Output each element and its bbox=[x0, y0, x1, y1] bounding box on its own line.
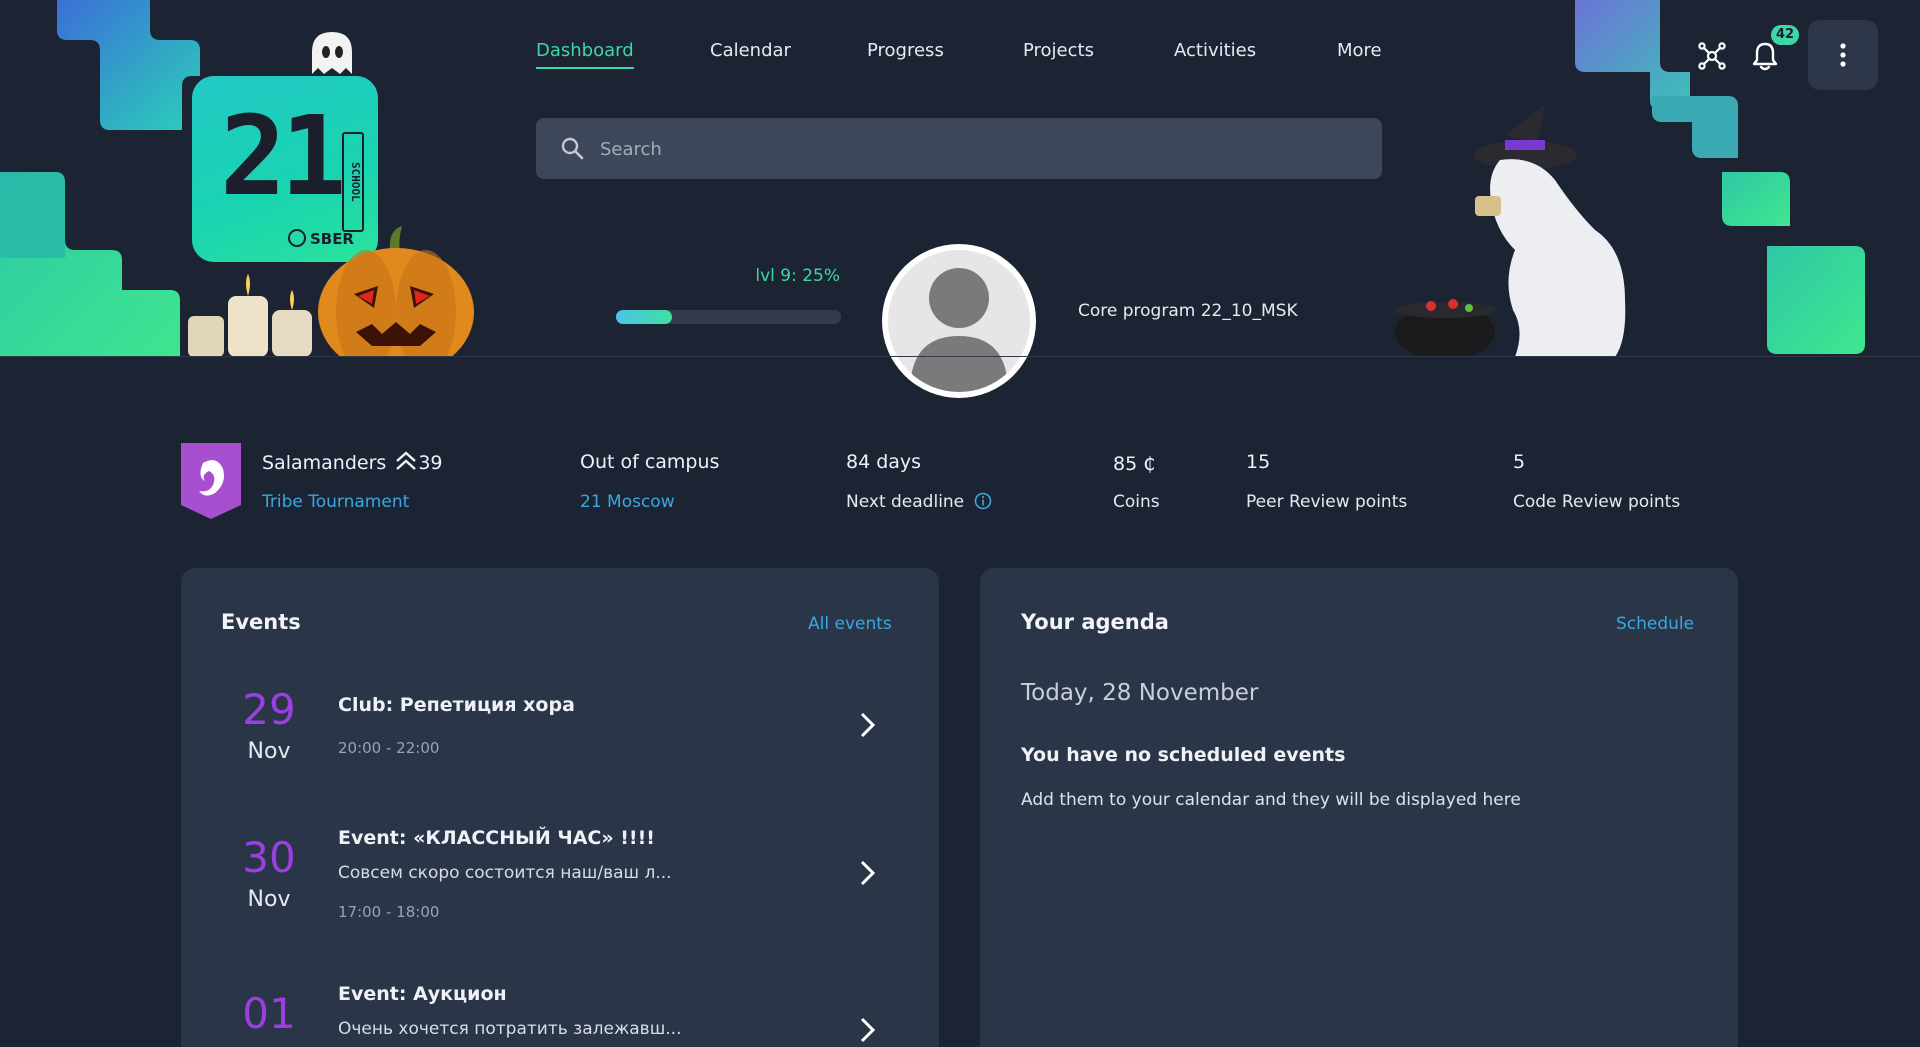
more-menu-button[interactable] bbox=[1808, 20, 1878, 90]
event-title: Event: «КЛАССНЫЙ ЧАС» !!!! bbox=[338, 827, 655, 849]
salamander-tribe-icon bbox=[181, 443, 241, 519]
user-silhouette-icon bbox=[888, 250, 1030, 392]
events-title: Events bbox=[221, 610, 301, 634]
all-events-link[interactable]: All events bbox=[808, 614, 892, 634]
event-time: 20:00 - 22:00 bbox=[338, 739, 440, 757]
tribe-rank: 39 bbox=[418, 452, 443, 474]
halloween-thinker-decoration bbox=[1395, 105, 1626, 357]
coins-label: Coins bbox=[1113, 492, 1160, 512]
deadline-info: Next deadline bbox=[846, 492, 992, 512]
level-progress-bar bbox=[616, 310, 841, 324]
peer-review-value: 15 bbox=[1246, 451, 1271, 473]
search-input[interactable] bbox=[598, 118, 1342, 181]
logo-school-text: SCHOOL bbox=[342, 132, 364, 232]
logo-digits: 21 bbox=[220, 92, 346, 220]
avatar[interactable] bbox=[882, 244, 1036, 398]
nav-progress[interactable]: Progress bbox=[867, 40, 944, 67]
campus-status: Out of campus bbox=[580, 451, 720, 473]
event-month: Nov bbox=[247, 887, 291, 912]
event-description: Совсем скоро состоится наш/ваш л... bbox=[338, 863, 672, 883]
campus-link[interactable]: 21 Moscow bbox=[580, 492, 675, 512]
search-icon bbox=[561, 137, 584, 160]
event-description: Очень хочется потратить залежавш... bbox=[338, 1019, 682, 1039]
nav-projects[interactable]: Projects bbox=[1023, 40, 1094, 67]
chevron-right-icon[interactable] bbox=[855, 710, 879, 740]
peer-review-label: Peer Review points bbox=[1246, 492, 1408, 512]
deadline-days: 84 days bbox=[846, 451, 922, 473]
tribe-info: Salamanders 39 bbox=[262, 451, 443, 474]
agenda-title: Your agenda bbox=[1021, 610, 1169, 634]
event-title: Event: Аукцион bbox=[338, 983, 507, 1005]
tribe-tournament-link[interactable]: Tribe Tournament bbox=[262, 492, 409, 512]
event-day: 29 bbox=[242, 685, 296, 734]
agenda-date: Today, 28 November bbox=[1021, 680, 1259, 706]
kebab-menu-icon bbox=[1840, 43, 1846, 67]
tribe-name: Salamanders bbox=[262, 452, 387, 474]
event-day: 01 bbox=[242, 989, 296, 1038]
chevron-right-icon[interactable] bbox=[855, 858, 879, 888]
nav-dashboard[interactable]: Dashboard bbox=[536, 40, 634, 69]
schedule-link[interactable]: Schedule bbox=[1616, 614, 1694, 634]
avatar-image bbox=[888, 250, 1030, 392]
sber-check-icon bbox=[287, 229, 306, 247]
chevron-right-icon[interactable] bbox=[855, 1015, 879, 1045]
agenda-empty-title: You have no scheduled events bbox=[1021, 744, 1346, 766]
nav-more[interactable]: More bbox=[1337, 40, 1382, 67]
level-label: lvl 9: 25% bbox=[755, 266, 840, 286]
code-review-label: Code Review points bbox=[1513, 492, 1681, 512]
code-review-value: 5 bbox=[1513, 451, 1526, 473]
program-name: Core program 22_10_MSK bbox=[1078, 301, 1298, 321]
network-icon bbox=[1698, 42, 1726, 70]
level-progress-fill bbox=[616, 310, 673, 324]
nav-calendar[interactable]: Calendar bbox=[710, 40, 791, 67]
network-button[interactable] bbox=[1692, 36, 1732, 76]
deadline-label: Next deadline bbox=[846, 492, 965, 512]
event-time: 17:00 - 18:00 bbox=[338, 903, 440, 921]
double-chevron-up-icon bbox=[396, 451, 417, 470]
events-card bbox=[181, 568, 939, 1047]
nav-activities[interactable]: Activities bbox=[1174, 40, 1256, 67]
agenda-empty-hint: Add them to your calendar and they will … bbox=[1021, 790, 1521, 810]
pumpkin-decoration bbox=[318, 226, 474, 357]
notifications-count-badge: 42 bbox=[1771, 25, 1799, 45]
search-bar[interactable] bbox=[536, 118, 1382, 181]
candles-decoration bbox=[188, 274, 312, 357]
info-icon[interactable] bbox=[974, 492, 992, 510]
ghost-icon bbox=[312, 32, 352, 74]
event-month: Nov bbox=[247, 739, 291, 764]
header-divider bbox=[0, 356, 1920, 357]
coins-value: 85 ₵ bbox=[1113, 453, 1156, 475]
bell-icon bbox=[1752, 42, 1778, 71]
event-title: Club: Репетиция хора bbox=[338, 694, 575, 716]
event-day: 30 bbox=[242, 833, 296, 882]
